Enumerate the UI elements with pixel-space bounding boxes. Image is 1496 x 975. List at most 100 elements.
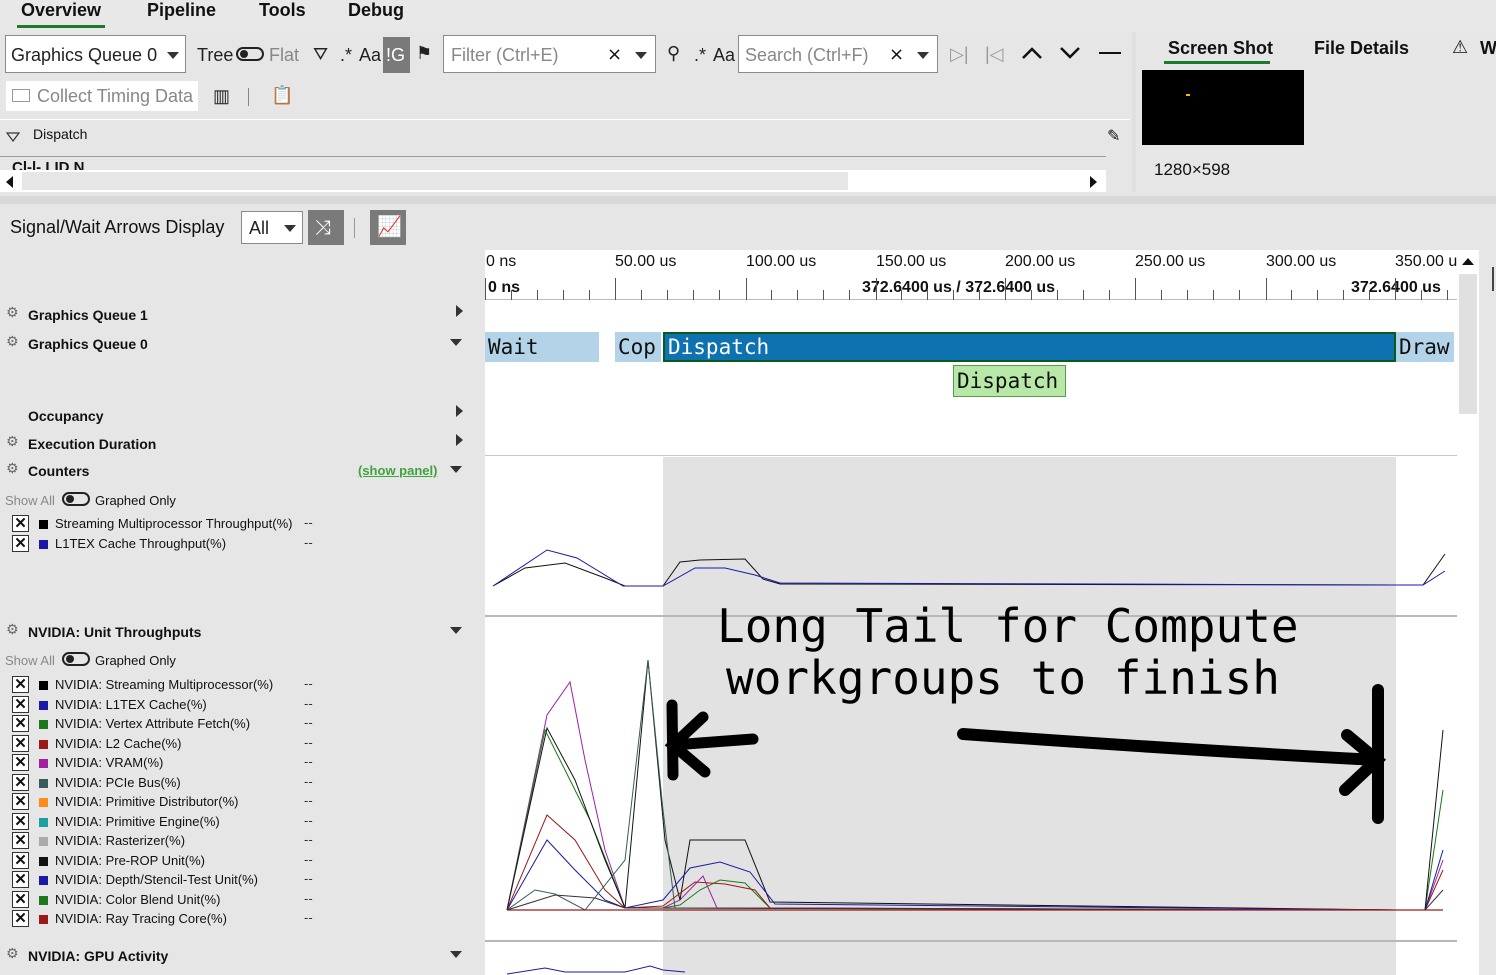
counter-name: L1TEX Cache Throughput(%) — [55, 536, 227, 551]
row-unit-throughputs[interactable]: NVIDIA: Unit Throughputs — [28, 624, 201, 640]
gear-icon[interactable]: ⚙ — [6, 622, 19, 638]
line-chart-icon: 📈 — [377, 214, 402, 238]
graph-checkbox[interactable]: ✕ — [12, 715, 29, 732]
gear-icon[interactable]: ⚙ — [6, 434, 19, 450]
chevron-down-icon[interactable] — [917, 52, 929, 59]
collapse-icon[interactable] — [1099, 52, 1121, 54]
graph-checkbox[interactable]: ✕ — [12, 676, 29, 693]
menu-debug[interactable]: Debug — [348, 0, 404, 21]
tab-file-details[interactable]: File Details — [1314, 38, 1409, 59]
filter-input[interactable]: Filter (Ctrl+E) × — [443, 35, 656, 73]
divider — [248, 88, 249, 106]
flag-icon[interactable]: ⚑ — [416, 43, 432, 64]
graph-checkbox[interactable]: ✕ — [12, 812, 29, 830]
graph-checkbox[interactable]: ✕ — [12, 832, 29, 849]
first-result-icon[interactable]: |◁ — [985, 44, 1004, 65]
row-gpu-activity[interactable]: NVIDIA: GPU Activity — [28, 948, 168, 964]
graph-checkbox[interactable]: ✕ — [12, 851, 29, 869]
gear-icon[interactable]: ⚙ — [6, 305, 19, 321]
search-case-toggle[interactable]: Aa — [713, 45, 735, 66]
counter-value: -- — [304, 851, 313, 867]
gear-icon[interactable]: ⚙ — [6, 334, 19, 350]
graphed-only-toggle[interactable] — [62, 652, 90, 666]
menu-tools[interactable]: Tools — [259, 0, 306, 21]
menu-pipeline[interactable]: Pipeline — [147, 0, 216, 21]
collapse-icon[interactable] — [450, 339, 462, 346]
collapse-icon[interactable] — [450, 466, 462, 473]
case-toggle[interactable]: Aa — [359, 45, 381, 66]
last-result-icon[interactable]: ▷| — [950, 44, 969, 65]
tab-screenshot[interactable]: Screen Shot — [1168, 38, 1273, 59]
search-regex-toggle[interactable]: .* — [694, 45, 706, 66]
collect-timing-button[interactable]: Collect Timing Data — [6, 81, 198, 111]
show-all-label[interactable]: Show All — [5, 493, 55, 508]
collapse-triangle-icon[interactable] — [6, 132, 20, 142]
scroll-up-icon[interactable] — [1462, 258, 1474, 265]
graph-checkbox[interactable]: ✕ — [12, 773, 29, 791]
expand-icon[interactable] — [456, 434, 463, 446]
row-execution-duration[interactable]: Execution Duration — [28, 436, 156, 452]
vertical-scrollbar[interactable] — [1457, 250, 1479, 975]
scroll-left-icon[interactable] — [6, 176, 13, 188]
filter-funnel-icon[interactable]: ⛛ — [313, 44, 328, 65]
expand-icon[interactable] — [456, 405, 463, 417]
chevron-down-icon[interactable] — [1059, 46, 1081, 60]
timeline-area[interactable]: 0 ns 50.00 us 100.00 us 150.00 us 200.00… — [485, 250, 1457, 975]
graph-checkbox[interactable]: ✕ — [12, 754, 29, 771]
counter-value: -- — [304, 773, 313, 789]
regex-toggle[interactable]: .* — [340, 45, 352, 66]
signal-wait-select[interactable]: All — [241, 211, 303, 244]
chevron-down-icon[interactable] — [635, 52, 647, 59]
graph-checkbox[interactable]: ✕ — [12, 734, 29, 752]
graph-button[interactable]: 📈 — [370, 210, 406, 245]
graph-checkbox[interactable]: ✕ — [12, 793, 29, 810]
scrollbar-thumb[interactable] — [22, 172, 848, 190]
clear-filter-icon[interactable]: × — [607, 44, 622, 65]
panel-splitter[interactable] — [0, 196, 1496, 204]
counter-name: NVIDIA: Primitive Engine(%) — [55, 813, 220, 829]
menu-overview[interactable]: Overview — [16, 0, 106, 28]
scrollbar-thumb[interactable] — [1459, 274, 1477, 414]
ig-toggle[interactable]: !G — [383, 37, 410, 73]
pencil-icon[interactable]: ✎ — [1107, 126, 1120, 145]
series-color-swatch — [39, 681, 48, 690]
gear-icon[interactable]: ⚙ — [6, 946, 19, 962]
left-arrow-icon — [664, 699, 759, 781]
series-color-swatch — [39, 778, 48, 788]
graphed-only-toggle[interactable] — [62, 492, 90, 506]
show-all-label[interactable]: Show All — [5, 653, 55, 668]
screenshot-thumbnail[interactable] — [1142, 70, 1304, 145]
row-counters[interactable]: Counters — [28, 463, 89, 479]
row-graphics-queue-0[interactable]: Graphics Queue 0 — [28, 336, 148, 352]
flat-label: Flat — [269, 45, 300, 65]
chevron-up-icon[interactable] — [1021, 46, 1043, 60]
queue-select[interactable]: Graphics Queue 0 — [5, 35, 186, 73]
tab-warnings[interactable]: W — [1480, 38, 1496, 59]
graph-checkbox[interactable]: ✕ — [12, 910, 29, 927]
shuffle-button[interactable]: ⤨ — [308, 210, 344, 245]
show-panel-link[interactable]: (show panel) — [358, 463, 437, 478]
horizontal-scrollbar[interactable] — [0, 170, 1106, 192]
clipboard-icon[interactable]: 📋 — [271, 85, 293, 106]
column-header-row: Cl-l- LID N — [0, 156, 1106, 170]
series-color-swatch — [39, 876, 48, 885]
chart-icon[interactable]: ▥ — [213, 86, 230, 107]
graph-checkbox[interactable]: ✕ — [12, 515, 29, 532]
expand-icon[interactable] — [456, 305, 463, 317]
collapse-icon[interactable] — [450, 627, 462, 634]
search-input[interactable]: Search (Ctrl+F) × — [738, 35, 938, 73]
scroll-right-icon[interactable] — [1090, 176, 1097, 188]
graph-checkbox[interactable]: ✕ — [12, 535, 29, 552]
collapse-icon[interactable] — [450, 951, 462, 958]
graph-checkbox[interactable]: ✕ — [12, 871, 29, 888]
clear-search-icon[interactable]: × — [889, 44, 904, 65]
row-occupancy[interactable]: Occupancy — [28, 408, 103, 424]
gear-icon[interactable]: ⚙ — [6, 461, 19, 477]
tree-flat-toggle[interactable] — [236, 47, 264, 61]
graph-checkbox[interactable]: ✕ — [12, 695, 29, 713]
series-color-swatch — [39, 895, 48, 905]
graph-checkbox[interactable]: ✕ — [12, 890, 29, 908]
tab-indicator — [1164, 61, 1270, 64]
thumbnail-detail — [1186, 94, 1190, 96]
row-graphics-queue-1[interactable]: Graphics Queue 1 — [28, 307, 148, 323]
